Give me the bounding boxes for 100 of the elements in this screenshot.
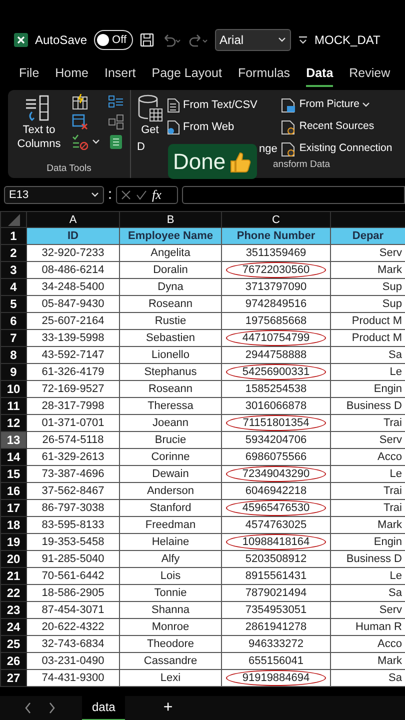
ribbon-command[interactable]: From Web bbox=[167, 116, 278, 138]
table-cell: Anderson bbox=[120, 482, 222, 500]
name-box[interactable]: E13 bbox=[4, 186, 104, 204]
row-header[interactable]: 24 bbox=[0, 618, 26, 636]
row-header[interactable]: 21 bbox=[0, 568, 26, 584]
data-validation-icon[interactable] bbox=[72, 134, 88, 150]
row-header[interactable]: 12 bbox=[0, 414, 26, 432]
table-cell: Lionello bbox=[120, 346, 222, 364]
file-name: MOCK_DAT bbox=[314, 32, 380, 49]
row-header[interactable]: 4 bbox=[0, 278, 26, 296]
row-header[interactable]: 10 bbox=[0, 380, 26, 398]
thumbs-up-icon bbox=[228, 150, 252, 174]
ribbon-tab[interactable]: Page Layout bbox=[152, 60, 222, 88]
table-cell: 3016066878 bbox=[222, 398, 330, 414]
row-header[interactable]: 11 bbox=[0, 398, 26, 414]
flash-fill-icon[interactable] bbox=[72, 94, 88, 110]
ribbon-command[interactable]: nge bbox=[259, 138, 278, 160]
previous-sheet-icon[interactable] bbox=[24, 702, 32, 714]
redo-icon[interactable] bbox=[188, 33, 208, 47]
row-header[interactable]: 13 bbox=[0, 432, 26, 448]
font-name-field[interactable]: Arial bbox=[214, 29, 291, 51]
row-header[interactable]: 15 bbox=[0, 466, 26, 482]
table-cell: Mark bbox=[330, 652, 405, 670]
get-data-button[interactable]: Get D bbox=[137, 94, 163, 160]
header-cell: Phone Number bbox=[222, 228, 330, 244]
row-header[interactable]: 22 bbox=[0, 584, 26, 602]
web-file-icon bbox=[167, 120, 180, 134]
table-cell: 946333272 bbox=[222, 636, 330, 652]
ribbon-tab[interactable]: Formulas bbox=[238, 60, 290, 88]
row-header[interactable]: 18 bbox=[0, 516, 26, 534]
ribbon-tab[interactable]: Review bbox=[349, 60, 390, 88]
row-header[interactable]: 6 bbox=[0, 312, 26, 330]
row-header[interactable]: 3 bbox=[0, 262, 26, 278]
table-cell: 87-454-3071 bbox=[26, 602, 120, 618]
table-cell: Mark bbox=[330, 262, 405, 278]
insert-function-button[interactable]: fx bbox=[152, 185, 162, 205]
table-cell: 86-797-3038 bbox=[26, 500, 120, 516]
row-header[interactable]: 5 bbox=[0, 296, 26, 312]
table-cell: 33-139-5998 bbox=[26, 330, 120, 346]
next-sheet-icon[interactable] bbox=[48, 702, 56, 714]
table-cell: Alfy bbox=[120, 550, 222, 568]
row-header[interactable]: 20 bbox=[0, 550, 26, 568]
ribbon-command[interactable]: Existing Connection bbox=[281, 138, 392, 160]
ribbon-tab[interactable]: File bbox=[19, 60, 40, 88]
table-cell: 72349043290 bbox=[222, 466, 330, 482]
row-header[interactable]: 1 bbox=[0, 228, 26, 244]
table-cell: 28-317-7998 bbox=[26, 398, 120, 414]
row-header[interactable]: 2 bbox=[0, 244, 26, 262]
remove-duplicates-icon[interactable] bbox=[72, 114, 88, 130]
table-cell: 5934204706 bbox=[222, 432, 330, 448]
column-header[interactable]: C bbox=[222, 212, 330, 228]
table-cell: Engin bbox=[330, 534, 405, 550]
select-all-icon[interactable] bbox=[8, 214, 20, 226]
table-cell: Le bbox=[330, 364, 405, 380]
row-header[interactable]: 17 bbox=[0, 500, 26, 516]
row-header[interactable]: 27 bbox=[0, 670, 26, 686]
table-cell: 19-353-5458 bbox=[26, 534, 120, 550]
row-header[interactable]: 25 bbox=[0, 636, 26, 652]
table-cell: Acco bbox=[330, 448, 405, 466]
ribbon-command[interactable]: From Picture bbox=[281, 94, 392, 116]
row-header[interactable]: 23 bbox=[0, 602, 26, 618]
table-cell: 76722030560 bbox=[222, 262, 330, 278]
row-header[interactable]: 14 bbox=[0, 448, 26, 466]
caret-icon[interactable] bbox=[92, 139, 100, 145]
column-header[interactable]: A bbox=[26, 212, 120, 228]
table-cell: 91-285-5040 bbox=[26, 550, 120, 568]
ribbon-tab[interactable]: Data bbox=[306, 60, 334, 88]
row-header[interactable]: 16 bbox=[0, 482, 26, 500]
ribbon-tab[interactable]: Home bbox=[55, 60, 88, 88]
table-cell: Le bbox=[330, 568, 405, 584]
row-header[interactable]: 9 bbox=[0, 364, 26, 380]
formula-input-field[interactable] bbox=[182, 186, 405, 204]
table-cell: Trai bbox=[330, 414, 405, 432]
row-header[interactable]: 8 bbox=[0, 346, 26, 364]
row-header[interactable]: 26 bbox=[0, 652, 26, 670]
header-cell: ID bbox=[26, 228, 120, 244]
table-cell: Lois bbox=[120, 568, 222, 584]
cancel-icon[interactable] bbox=[121, 190, 131, 200]
table-cell: Human R bbox=[330, 618, 405, 636]
table-cell: Stanford bbox=[120, 500, 222, 516]
table-cell: 20-622-4322 bbox=[26, 618, 120, 636]
column-header[interactable]: B bbox=[120, 212, 222, 228]
ribbon-command[interactable]: From Text/CSV bbox=[167, 94, 278, 116]
table-cell: 6986075566 bbox=[222, 448, 330, 466]
sheet-tab[interactable]: data bbox=[82, 695, 126, 720]
table-cell: 37-562-8467 bbox=[26, 482, 120, 500]
add-sheet-button[interactable]: + bbox=[163, 696, 173, 720]
table-cell: 05-847-9430 bbox=[26, 296, 120, 312]
spreadsheet-app-icon bbox=[14, 33, 28, 47]
text-to-columns-button[interactable]: Text to Columns bbox=[14, 94, 64, 152]
ribbon-command[interactable]: Recent Sources bbox=[281, 116, 392, 138]
customize-toolbar-icon[interactable] bbox=[298, 35, 308, 45]
autosave-toggle[interactable]: Off bbox=[94, 30, 133, 50]
row-header[interactable]: 19 bbox=[0, 534, 26, 550]
ribbon-tab[interactable]: Insert bbox=[104, 60, 136, 88]
table-cell: 8915561431 bbox=[222, 568, 330, 584]
enter-icon[interactable] bbox=[136, 190, 147, 200]
row-header[interactable]: 7 bbox=[0, 330, 26, 346]
table-cell: 6046942218 bbox=[222, 482, 330, 500]
save-icon[interactable] bbox=[140, 33, 154, 47]
